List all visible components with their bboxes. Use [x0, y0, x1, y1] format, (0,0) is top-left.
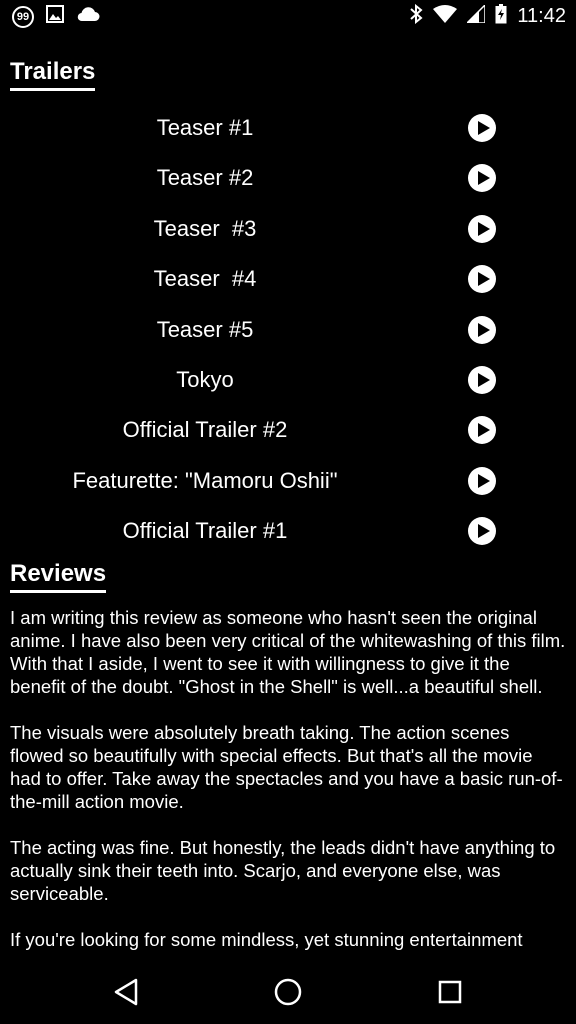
play-icon [477, 272, 490, 286]
image-icon [46, 5, 64, 28]
play-icon [477, 171, 490, 185]
clock: 11:42 [517, 5, 566, 27]
trailer-label: Tokyo [176, 367, 234, 392]
trailer-label: Teaser #2 [156, 165, 254, 190]
trailer-row[interactable]: Official Trailer #1 [0, 508, 576, 554]
home-icon [274, 978, 302, 1006]
trailer-label: Teaser #1 [156, 115, 254, 140]
play-icon [477, 323, 490, 337]
reviews-title: Reviews [10, 560, 107, 593]
play-icon [477, 222, 490, 236]
review-paragraph: If you're looking for some mindless, yet… [10, 929, 523, 950]
play-button[interactable] [468, 316, 496, 344]
trailer-label: Teaser #4 [153, 266, 257, 291]
trailer-label: Official Trailer #1 [122, 518, 288, 543]
recents-button[interactable] [432, 974, 468, 1010]
trailer-row[interactable]: Teaser #1 [0, 105, 576, 151]
cloud-icon [76, 6, 100, 27]
play-button[interactable] [468, 215, 496, 243]
play-button[interactable] [468, 164, 496, 192]
signal-icon [465, 3, 487, 28]
play-button[interactable] [468, 467, 496, 495]
status-bar-left: 99 [12, 5, 100, 28]
notification-badge-icon: 99 [12, 5, 34, 28]
battery-charging-icon [495, 4, 507, 29]
play-icon [477, 423, 490, 437]
play-button[interactable] [468, 265, 496, 293]
play-button[interactable] [468, 114, 496, 142]
play-button[interactable] [468, 416, 496, 444]
trailer-row[interactable]: Tokyo [0, 357, 576, 403]
bluetooth-icon [409, 3, 423, 29]
trailer-row[interactable]: Teaser #3 [0, 206, 576, 252]
trailer-row[interactable]: Teaser #2 [0, 155, 576, 201]
play-icon [477, 474, 490, 488]
play-button[interactable] [468, 366, 496, 394]
back-button[interactable] [108, 974, 144, 1010]
play-icon [477, 121, 490, 135]
review-paragraph: The visuals were absolutely breath takin… [10, 722, 563, 812]
trailers-title: Trailers [10, 58, 96, 91]
trailer-row[interactable]: Featurette: "Mamoru Oshii" [0, 458, 576, 504]
home-button[interactable] [270, 974, 306, 1010]
status-bar-right: 11:42 [409, 3, 566, 29]
review-paragraph: I am writing this review as someone who … [10, 607, 566, 697]
trailer-label: Teaser #5 [156, 317, 254, 342]
play-button[interactable] [468, 517, 496, 545]
wifi-icon [433, 5, 458, 28]
status-bar: 99 11:42 [0, 0, 576, 34]
play-icon [477, 524, 490, 538]
trailer-row[interactable]: Teaser #5 [0, 307, 576, 353]
play-icon [477, 373, 490, 387]
trailer-row[interactable]: Teaser #4 [0, 256, 576, 302]
trailer-label: Featurette: "Mamoru Oshii" [72, 468, 338, 493]
trailer-row[interactable]: Official Trailer #2 [0, 407, 576, 453]
recents-icon [438, 980, 462, 1004]
back-icon [114, 978, 138, 1006]
review-paragraph: The acting was fine. But honestly, the l… [10, 837, 556, 904]
review-text: I am writing this review as someone who … [10, 606, 566, 956]
navigation-bar [0, 958, 576, 1024]
notification-count: 99 [16, 10, 30, 23]
trailer-label: Teaser #3 [153, 216, 257, 241]
trailer-label: Official Trailer #2 [122, 417, 288, 442]
